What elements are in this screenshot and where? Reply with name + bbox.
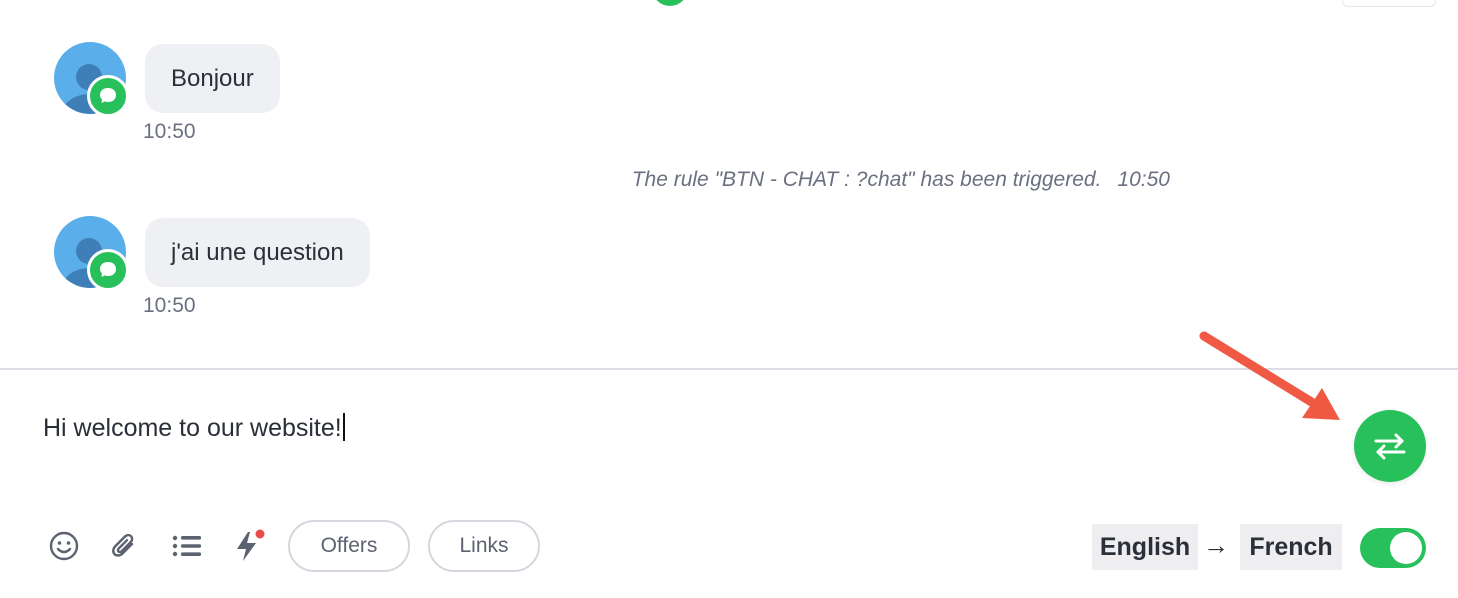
chat-channel-icon [87,249,129,291]
offers-button[interactable]: Offers [288,520,410,572]
lightning-icon[interactable] [230,528,266,564]
swap-arrows-icon [1374,433,1406,460]
language-arrow-icon: → [1203,530,1229,560]
system-event-text: The rule "BTN - CHAT : ?chat" has been t… [631,168,1102,191]
message-input[interactable]: Hi welcome to our website! [43,413,345,443]
annotation-arrow-icon [1199,331,1340,420]
top-status-dot [652,0,688,6]
text-caret [342,413,345,441]
system-event-time: 10:50 [1117,168,1170,191]
message-time: 10:50 [143,120,196,143]
message-bubble: j'ai une question [145,218,370,287]
top-tab-edge [1342,0,1436,7]
source-language[interactable]: English [1092,524,1198,570]
links-button[interactable]: Links [428,520,540,572]
translation-toggle[interactable] [1360,528,1426,568]
list-icon[interactable] [168,528,204,564]
target-language[interactable]: French [1240,524,1342,570]
message-input-text: Hi welcome to our website! [43,414,342,442]
notification-dot [255,529,265,539]
emoji-icon[interactable] [46,528,82,564]
message-time: 10:50 [143,294,196,317]
translate-button[interactable] [1354,410,1426,482]
paperclip-icon[interactable] [106,528,142,564]
chat-channel-icon [87,75,129,117]
toggle-knob [1390,532,1422,564]
message-bubble: Bonjour [145,44,280,113]
system-event: The rule "BTN - CHAT : ?chat" has been t… [0,168,1170,192]
